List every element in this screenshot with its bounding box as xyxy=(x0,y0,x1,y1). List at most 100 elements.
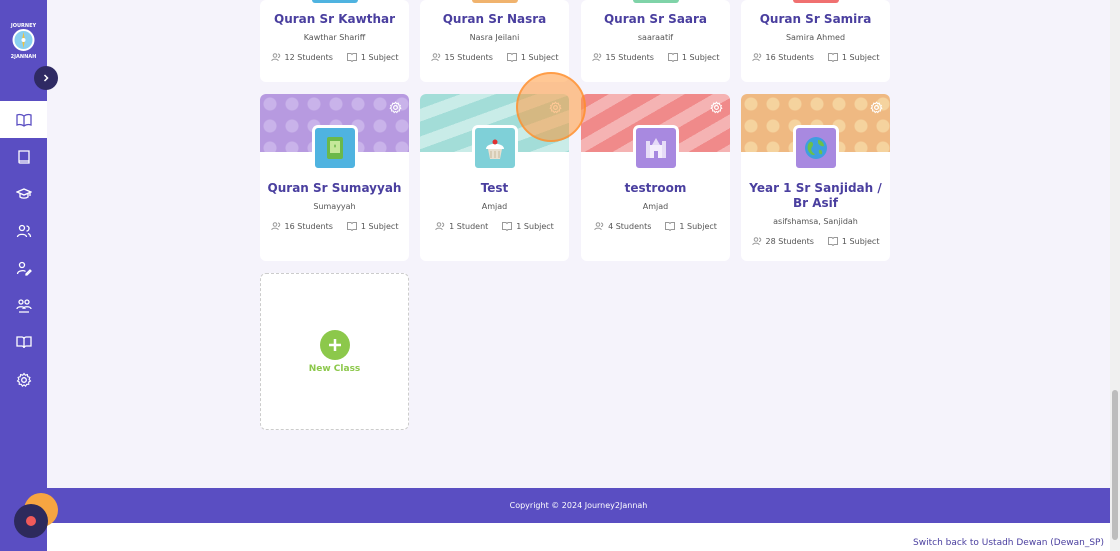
class-title[interactable]: Quran Sr Samira xyxy=(741,12,890,27)
class-banner xyxy=(581,94,730,171)
class-title[interactable]: Quran Sr Sumayyah xyxy=(260,181,409,196)
sidebar-item-groups[interactable] xyxy=(0,286,47,323)
quran-icon xyxy=(326,137,343,159)
book-icon xyxy=(346,222,357,231)
class-thumbnail xyxy=(311,0,358,3)
book-icon xyxy=(502,222,513,231)
book-icon xyxy=(665,222,676,231)
class-card[interactable]: Year 1 Sr Sanjidah / Br Asif asifshamsa,… xyxy=(741,94,890,261)
switch-back-link[interactable]: Switch back to Ustadh Dewan (Dewan_SP) xyxy=(913,538,1104,548)
student-count: 1 Student xyxy=(449,221,489,231)
class-thumbnail xyxy=(311,125,358,171)
sidebar-collapse-button[interactable] xyxy=(34,66,58,90)
settings-icon[interactable] xyxy=(710,101,723,114)
class-card[interactable]: testroom Amjad 4 Students 1 Subject xyxy=(581,94,730,261)
class-title[interactable]: testroom xyxy=(581,181,730,196)
student-count: 16 Students xyxy=(765,52,814,62)
settings-icon[interactable] xyxy=(389,101,402,114)
svg-text:JOURNEY: JOURNEY xyxy=(10,23,37,29)
book-icon xyxy=(827,237,838,246)
new-class-button[interactable]: New Class xyxy=(260,273,409,430)
book-icon xyxy=(827,53,838,62)
castle-icon xyxy=(645,138,666,158)
subject-count: 1 Subject xyxy=(679,221,717,231)
cupcake-icon xyxy=(485,139,504,159)
class-title[interactable]: Quran Sr Kawthar xyxy=(260,12,409,27)
settings-icon[interactable] xyxy=(870,101,883,114)
users-icon xyxy=(591,53,601,62)
user-edit-icon xyxy=(16,261,32,276)
class-owner: Samira Ahmed xyxy=(785,33,846,42)
class-owner: Amjad xyxy=(642,202,669,211)
class-card[interactable]: Quran Sr Saara saaraatif 15 Students 1 S… xyxy=(581,0,730,82)
class-card[interactable]: Quran Sr Nasra Nasra Jeilani 15 Students… xyxy=(420,0,569,82)
class-card[interactable]: Quran Sr Sumayyah Sumayyah 16 Students 1… xyxy=(260,94,409,261)
student-count: 15 Students xyxy=(444,52,493,62)
record-icon xyxy=(26,516,36,526)
users-icon xyxy=(594,222,604,231)
users-icon xyxy=(435,222,445,231)
plus-icon xyxy=(319,329,350,360)
new-class-label: New Class xyxy=(308,363,361,374)
users-icon xyxy=(430,53,440,62)
sidebar-item-courses[interactable] xyxy=(0,175,47,212)
subject-count: 1 Subject xyxy=(841,52,880,62)
chevron-right-icon xyxy=(43,74,49,82)
users-icon xyxy=(751,53,761,62)
class-title[interactable]: Quran Sr Saara xyxy=(581,12,730,27)
sidebar-item-teachers[interactable] xyxy=(0,249,47,286)
class-thumbnail xyxy=(471,125,518,171)
subject-count: 1 Subject xyxy=(681,52,720,62)
class-stats: 28 Students 1 Subject xyxy=(741,236,890,246)
sidebar-item-settings[interactable] xyxy=(0,361,47,398)
globe-icon xyxy=(804,137,827,159)
class-owner: saaraatif xyxy=(637,33,674,42)
copyright-text: Copyright © 2024 Journey2Jannah xyxy=(509,501,648,510)
graduation-cap-icon xyxy=(15,187,32,199)
book-icon xyxy=(346,53,357,62)
student-count: 16 Students xyxy=(284,221,333,231)
chat-widget-button[interactable] xyxy=(14,504,48,538)
sidebar-item-books[interactable] xyxy=(0,138,47,175)
open-book-icon xyxy=(15,335,32,348)
book-icon xyxy=(506,53,517,62)
footer: Copyright © 2024 Journey2Jannah xyxy=(47,488,1110,523)
sidebar-item-classes[interactable] xyxy=(0,101,47,138)
users-icon xyxy=(751,237,761,246)
svg-text:2JANNAH: 2JANNAH xyxy=(11,54,37,60)
click-indicator xyxy=(516,72,586,142)
group-icon xyxy=(15,298,32,313)
class-thumbnail xyxy=(792,0,839,3)
book-icon xyxy=(667,53,678,62)
subject-count: 1 Subject xyxy=(841,236,880,246)
settings-icon xyxy=(16,372,31,387)
class-owner: asifshamsa, Sanjidah xyxy=(773,217,858,226)
book-open-icon xyxy=(15,113,32,127)
class-banner xyxy=(741,94,890,171)
class-owner: Sumayyah xyxy=(313,202,356,211)
users-icon xyxy=(270,222,280,231)
class-stats: 15 Students 1 Subject xyxy=(581,52,730,62)
student-count: 12 Students xyxy=(284,52,333,62)
class-thumbnail xyxy=(471,0,518,3)
student-count: 4 Students xyxy=(608,221,652,231)
book-icon xyxy=(17,149,30,164)
class-card[interactable]: Quran Sr Samira Samira Ahmed 16 Students… xyxy=(741,0,890,82)
class-banner xyxy=(260,94,409,171)
class-title[interactable]: Year 1 Sr Sanjidah / Br Asif xyxy=(741,181,890,211)
class-stats: 16 Students 1 Subject xyxy=(260,221,409,231)
class-thumbnail xyxy=(792,125,839,171)
class-card[interactable]: Quran Sr Kawthar Kawthar Shariff 12 Stud… xyxy=(260,0,409,82)
sidebar-item-students[interactable] xyxy=(0,212,47,249)
class-title[interactable]: Quran Sr Nasra xyxy=(420,12,569,27)
scrollbar-thumb[interactable] xyxy=(1112,390,1118,540)
class-title[interactable]: Test xyxy=(420,181,569,196)
class-stats: 15 Students 1 Subject xyxy=(420,52,569,62)
class-owner: Amjad xyxy=(481,202,508,211)
subject-count: 1 Subject xyxy=(520,52,559,62)
journey2jannah-logo[interactable]: JOURNEY 2JANNAH xyxy=(6,20,41,60)
sidebar-item-library[interactable] xyxy=(0,323,47,360)
users-icon xyxy=(270,53,280,62)
class-thumbnail xyxy=(632,125,679,171)
subject-count: 1 Subject xyxy=(360,221,399,231)
